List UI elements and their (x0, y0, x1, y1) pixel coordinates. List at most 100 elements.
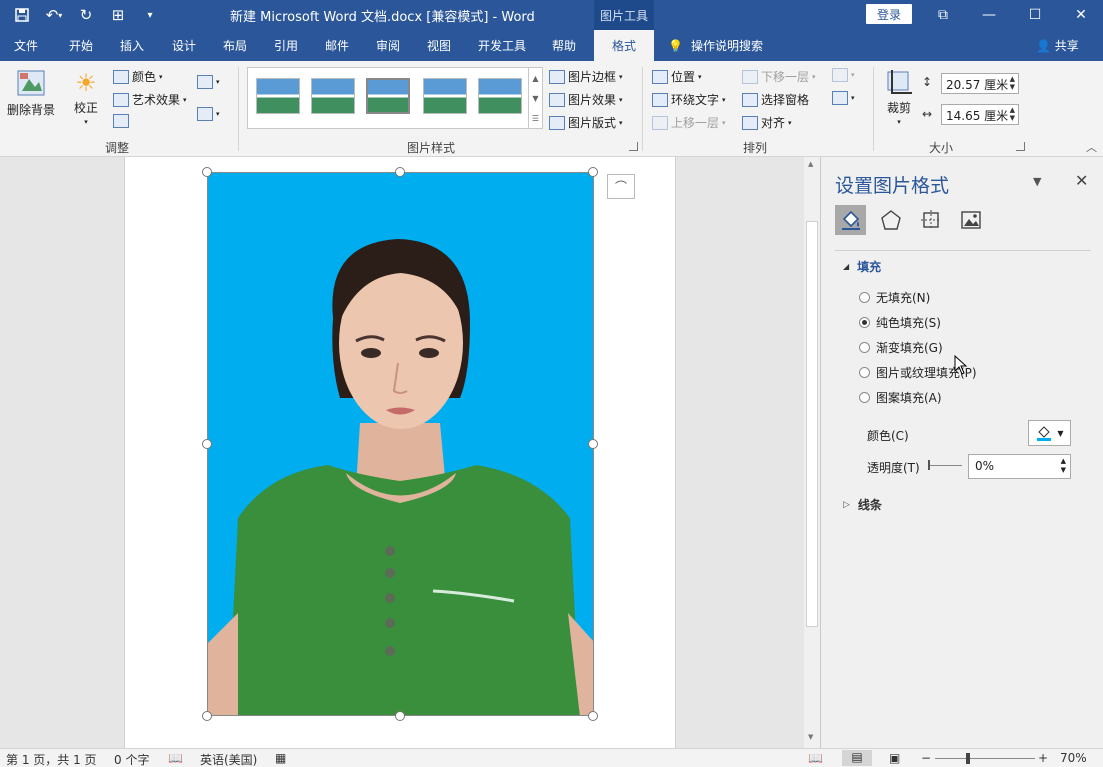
picture-border-button[interactable]: 图片边框 ▾ (549, 68, 623, 85)
gallery-scroll[interactable]: ▲ ▼ ☰ (528, 68, 542, 128)
fill-line-icon[interactable] (835, 205, 866, 235)
ribbon-display-icon[interactable]: ⧉ (920, 0, 966, 30)
resize-handle[interactable] (202, 167, 212, 177)
zoom-in-icon[interactable]: + (1038, 751, 1048, 765)
picture-effects-button[interactable]: 图片效果 ▾ (549, 91, 623, 108)
tab-developer[interactable]: 开发工具 (478, 30, 526, 61)
transparency-input[interactable]: 0% ▲ ▼ (968, 454, 1071, 479)
resize-handle[interactable] (202, 711, 212, 721)
effects-icon[interactable] (875, 205, 906, 235)
picture-icon[interactable] (955, 205, 986, 235)
id-photo[interactable] (207, 172, 594, 716)
scroll-down-icon[interactable]: ▼ (532, 94, 538, 103)
zoom-out-icon[interactable]: − (921, 751, 931, 765)
tab-mailings[interactable]: 邮件 (325, 30, 349, 61)
resize-handle[interactable] (395, 711, 405, 721)
width-field[interactable]: 14.65 厘米 ▲ ▼ (941, 104, 1019, 125)
login-button[interactable]: 登录 (866, 4, 912, 24)
redo-icon[interactable]: ↻ (72, 4, 100, 26)
scrollbar-thumb[interactable] (806, 221, 818, 627)
fill-color-button[interactable]: ▼ (1028, 420, 1071, 446)
resize-handle[interactable] (588, 711, 598, 721)
radio-button[interactable] (859, 342, 870, 353)
resize-handle[interactable] (395, 167, 405, 177)
radio-button[interactable] (859, 367, 870, 378)
gallery-more-icon[interactable]: ☰ (532, 114, 539, 123)
zoom-slider[interactable] (935, 758, 1035, 759)
radio-pattern-fill[interactable]: 图案填充(A) (859, 389, 942, 406)
layout-properties-icon[interactable] (915, 205, 946, 235)
wrap-text-button[interactable]: 环绕文字 ▾ (652, 91, 726, 108)
read-mode-icon[interactable]: 📖 (808, 751, 823, 765)
style-thumbnail[interactable] (423, 78, 467, 114)
align-button[interactable]: 对齐 ▾ (742, 114, 792, 131)
tab-file[interactable]: 文件 (14, 30, 38, 61)
change-picture-button[interactable]: ▾ (197, 75, 220, 89)
word-count[interactable]: 0 个字 (114, 751, 149, 767)
radio-solid-fill[interactable]: 纯色填充(S) (859, 314, 941, 331)
styles-dialog-launcher-icon[interactable] (629, 142, 638, 151)
maximize-icon[interactable]: ☐ (1012, 0, 1058, 30)
print-layout-icon[interactable]: ▤ (842, 750, 872, 766)
radio-button[interactable] (859, 292, 870, 303)
language[interactable]: 英语(美国) (200, 751, 257, 767)
tab-view[interactable]: 视图 (427, 30, 451, 61)
picture-styles-gallery[interactable]: ▲ ▼ ☰ (247, 67, 543, 129)
style-thumbnail[interactable] (478, 78, 522, 114)
send-backward-button[interactable]: 下移一层 ▾ (742, 68, 816, 85)
page-count[interactable]: 第 1 页，共 1 页 (6, 751, 97, 767)
save-icon[interactable] (8, 4, 36, 26)
position-button[interactable]: 位置 ▾ (652, 68, 702, 85)
spin-arrows-icon[interactable]: ▲ ▼ (1010, 106, 1015, 122)
style-thumbnail[interactable] (366, 78, 410, 114)
bring-forward-button[interactable]: 上移一层 ▾ (652, 114, 726, 131)
tell-me-search[interactable]: 💡 操作说明搜索 (668, 37, 763, 54)
tab-format[interactable]: 格式 (594, 30, 654, 61)
close-icon[interactable]: ✕ (1058, 0, 1103, 30)
radio-button[interactable] (859, 392, 870, 403)
crop-button[interactable]: 裁剪 ▾ (885, 69, 913, 126)
macro-record-icon[interactable]: ▦ (275, 751, 286, 765)
tab-home[interactable]: 开始 (69, 30, 93, 61)
proofing-icon[interactable]: 📖 (168, 751, 183, 765)
collapse-ribbon-icon[interactable]: ︿ (1086, 139, 1097, 155)
color-button[interactable]: 颜色 ▾ (113, 68, 163, 85)
artistic-effects-button[interactable]: 艺术效果 ▾ (113, 91, 187, 108)
picture-layout-button[interactable]: 图片版式 ▾ (549, 114, 623, 131)
remove-background-button[interactable]: 删除背景 (7, 69, 55, 118)
spin-arrows-icon[interactable]: ▲ ▼ (1010, 75, 1015, 91)
undo-icon[interactable]: ↶ ▾ (40, 4, 68, 26)
rotate-button[interactable]: ▾ (832, 91, 855, 105)
compress-pictures-button[interactable] (113, 114, 129, 128)
selection-pane-button[interactable]: 选择窗格 (742, 91, 809, 108)
fill-section-header[interactable]: ◢ 填充 (843, 258, 881, 275)
share-button[interactable]: 👤 共享 (1036, 37, 1079, 54)
tab-references[interactable]: 引用 (274, 30, 298, 61)
resize-handle[interactable] (202, 439, 212, 449)
scroll-up-icon[interactable]: ▲ (532, 74, 538, 83)
scroll-up-icon[interactable]: ▲ (808, 160, 813, 168)
resize-handle[interactable] (588, 439, 598, 449)
corrections-button[interactable]: ☀ 校正 ▾ (74, 69, 98, 126)
transparency-slider[interactable] (928, 460, 962, 470)
close-icon[interactable]: ✕ (1075, 171, 1088, 190)
zoom-level[interactable]: 70% (1060, 751, 1087, 765)
scroll-down-icon[interactable]: ▼ (808, 733, 813, 741)
vertical-scrollbar[interactable]: ▲ ▼ (804, 157, 820, 748)
tab-help[interactable]: 帮助 (552, 30, 576, 61)
tab-layout[interactable]: 布局 (223, 30, 247, 61)
touch-mode-icon[interactable]: ⊞ (104, 4, 132, 26)
layout-options-icon[interactable]: ⌒ (607, 174, 635, 199)
spin-arrows-icon[interactable]: ▲ ▼ (1061, 457, 1066, 475)
style-thumbnail[interactable] (256, 78, 300, 114)
resize-handle[interactable] (588, 167, 598, 177)
style-thumbnail[interactable] (311, 78, 355, 114)
line-section-header[interactable]: ▷ 线条 (843, 496, 882, 513)
tab-review[interactable]: 审阅 (376, 30, 400, 61)
pane-options-icon[interactable]: ▼ (1033, 175, 1041, 188)
tab-insert[interactable]: 插入 (120, 30, 144, 61)
size-dialog-launcher-icon[interactable] (1016, 142, 1025, 151)
reset-picture-button[interactable]: ▾ (197, 107, 220, 121)
height-field[interactable]: 20.57 厘米 ▲ ▼ (941, 73, 1019, 94)
customize-qat-icon[interactable]: ▾ (136, 4, 164, 26)
